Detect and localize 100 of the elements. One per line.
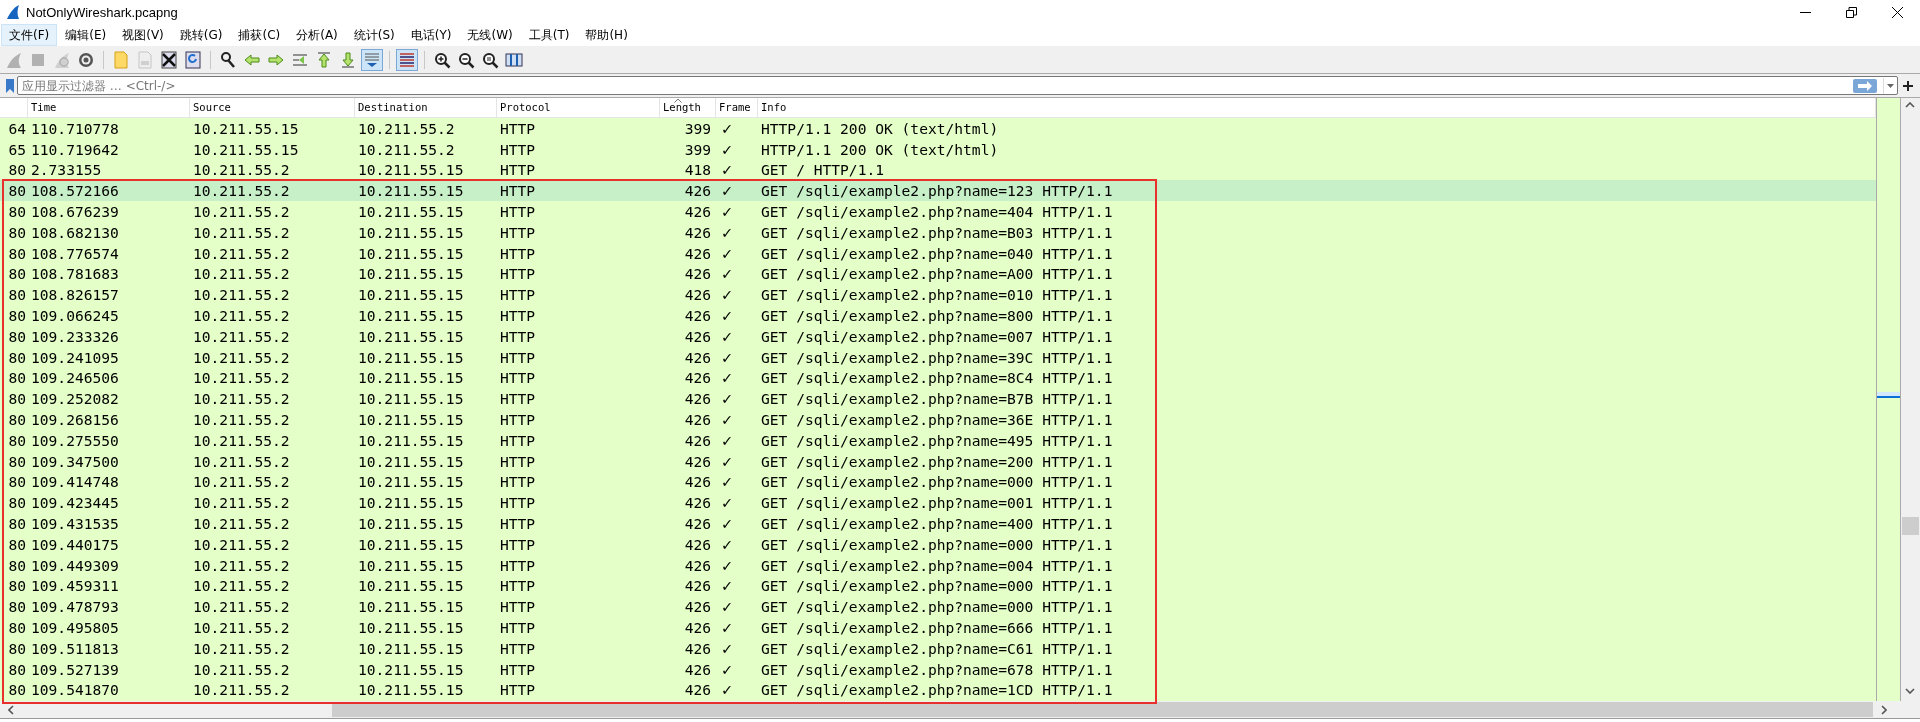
menu-item[interactable]: 电话(Y) <box>402 24 460 46</box>
toolbar-button[interactable] <box>158 49 180 71</box>
table-cell: 426 <box>684 182 711 200</box>
table-cell: 426 <box>684 348 711 366</box>
table-cell: GET /sqli/example2.php?name=007 HTTP/1.1 <box>761 327 1113 345</box>
table-cell: 10.211.55.15 <box>358 556 464 574</box>
table-cell: 80 <box>8 223 26 241</box>
table-cell: 108.781683 <box>31 265 119 283</box>
table-cell: ✓ <box>721 265 734 283</box>
table-cell: 80 <box>8 327 26 345</box>
table-cell: 10.211.55.2 <box>193 203 290 221</box>
scrollbar-thumb[interactable] <box>332 702 1873 717</box>
table-cell: 10.211.55.2 <box>193 265 290 283</box>
table-cell: ✓ <box>721 515 734 533</box>
table-cell: 426 <box>684 431 711 449</box>
table-cell: GET /sqli/example2.php?name=B03 HTTP/1.1 <box>761 223 1113 241</box>
apply-button[interactable] <box>1853 78 1877 93</box>
menu-item[interactable]: 视图(V) <box>114 24 172 46</box>
bookmark-icon[interactable] <box>5 77 15 94</box>
column-header[interactable]: Time <box>31 101 57 113</box>
table-cell: 10.211.55.15 <box>358 244 464 262</box>
table-cell: 10.211.55.15 <box>358 494 464 512</box>
table-cell: 109.527139 <box>31 660 119 678</box>
table-cell: 109.347500 <box>31 452 119 470</box>
packet-row[interactable]: 80 108.572166 10.211.55.2 10.211.55.15 HTTP 426 ✓ GET /sqli/example2.php?name=123 HTTP/1.1 <box>0 180 1876 202</box>
table-cell: 10.211.55.2 <box>193 452 290 470</box>
table-cell: GET /sqli/example2.php?name=200 HTTP/1.1 <box>761 452 1113 470</box>
table-cell: HTTP <box>500 411 536 429</box>
table-cell: 10.211.55.15 <box>358 535 464 553</box>
window-title: NotOnlyWireshark.pcapng <box>26 4 178 20</box>
table-cell: ✓ <box>721 452 734 470</box>
menu-item[interactable]: 统计(S) <box>345 24 403 46</box>
table-cell: GET /sqli/example2.php?name=B7B HTTP/1.1 <box>761 390 1113 408</box>
right-arrow-icon <box>267 51 285 69</box>
table-cell: ✓ <box>721 681 734 699</box>
table-cell: 108.776574 <box>31 244 119 262</box>
scroll-down-icon <box>363 51 381 69</box>
table-cell: HTTP <box>500 286 536 304</box>
column-header[interactable]: Length <box>663 101 701 113</box>
folder-icon <box>112 51 130 69</box>
menu-item[interactable]: 编辑(E) <box>57 24 115 46</box>
table-cell: HTTP <box>500 598 536 616</box>
sort-ascending-icon[interactable] <box>674 98 682 103</box>
menu-item[interactable]: 文件(F) <box>1 24 58 46</box>
table-cell: 10.211.55.2 <box>193 639 290 657</box>
table-cell: HTTP <box>500 223 536 241</box>
table-cell: ✓ <box>721 182 734 200</box>
table-cell: 426 <box>684 577 711 595</box>
menu-item[interactable]: 无线(W) <box>459 24 521 46</box>
table-cell: GET /sqli/example2.php?name=400 HTTP/1.1 <box>761 515 1113 533</box>
table-cell: 426 <box>684 411 711 429</box>
table-cell: 426 <box>684 203 711 221</box>
table-cell: 10.211.55.15 <box>358 660 464 678</box>
table-cell: 10.211.55.15 <box>358 182 464 200</box>
table-cell: HTTP <box>500 203 536 221</box>
column-header[interactable]: Info <box>761 101 787 113</box>
table-cell: 426 <box>684 390 711 408</box>
table-cell: 426 <box>684 473 711 491</box>
table-cell: GET /sqli/example2.php?name=404 HTTP/1.1 <box>761 203 1113 221</box>
table-cell: 10.211.55.2 <box>193 244 290 262</box>
vertical-scrollbar[interactable] <box>1901 98 1920 701</box>
table-cell: 426 <box>684 307 711 325</box>
menu-item[interactable]: 跳转(G) <box>171 24 231 46</box>
table-cell: HTTP <box>500 265 536 283</box>
dropdown-button[interactable] <box>1883 77 1897 94</box>
table-cell: 10.211.55.15 <box>358 431 464 449</box>
table-cell: 109.414748 <box>31 473 119 491</box>
position-marker <box>1877 392 1900 398</box>
menu-item[interactable]: 捕获(C) <box>230 24 289 46</box>
table-cell: GET /sqli/example2.php?name=010 HTTP/1.1 <box>761 286 1113 304</box>
table-cell: 10.211.55.15 <box>358 577 464 595</box>
table-cell: 10.211.55.2 <box>193 327 290 345</box>
table-cell: 109.233326 <box>31 327 119 345</box>
table-cell: ✓ <box>721 244 734 262</box>
table-cell: 80 <box>8 535 26 553</box>
table-cell: 109.541870 <box>31 681 119 699</box>
column-header[interactable]: Frame <box>719 101 751 113</box>
scrollbar-thumb[interactable] <box>1902 517 1919 535</box>
table-cell: HTTP <box>500 515 536 533</box>
horizontal-scrollbar[interactable] <box>0 701 1920 719</box>
table-cell: 80 <box>8 348 26 366</box>
table-cell: 426 <box>684 619 711 636</box>
filter-box[interactable]: 应用显示过滤器 … <Ctrl-/> <box>17 76 1898 95</box>
menu-item[interactable]: 工具(T) <box>520 24 578 46</box>
column-header[interactable]: Destination <box>358 101 428 113</box>
table-cell: GET /sqli/example2.php?name=040 HTTP/1.1 <box>761 244 1113 262</box>
column-header[interactable]: Source <box>193 101 231 113</box>
menu-item[interactable]: 分析(A) <box>288 24 346 46</box>
table-cell: 10.211.55.15 <box>358 203 464 221</box>
menu-item[interactable]: 帮助(H) <box>577 24 636 46</box>
table-cell: 426 <box>684 286 711 304</box>
table-cell: 80 <box>8 598 26 616</box>
table-cell: 10.211.55.2 <box>358 140 455 158</box>
table-cell: 10.211.55.2 <box>193 307 290 325</box>
column-header[interactable]: Protocol <box>500 101 551 113</box>
table-cell: 109.431535 <box>31 515 119 533</box>
table-cell: 10.211.55.15 <box>358 265 464 283</box>
table-cell: 80 <box>8 452 26 470</box>
table-cell: 80 <box>8 619 26 636</box>
table-cell: 426 <box>684 494 711 512</box>
